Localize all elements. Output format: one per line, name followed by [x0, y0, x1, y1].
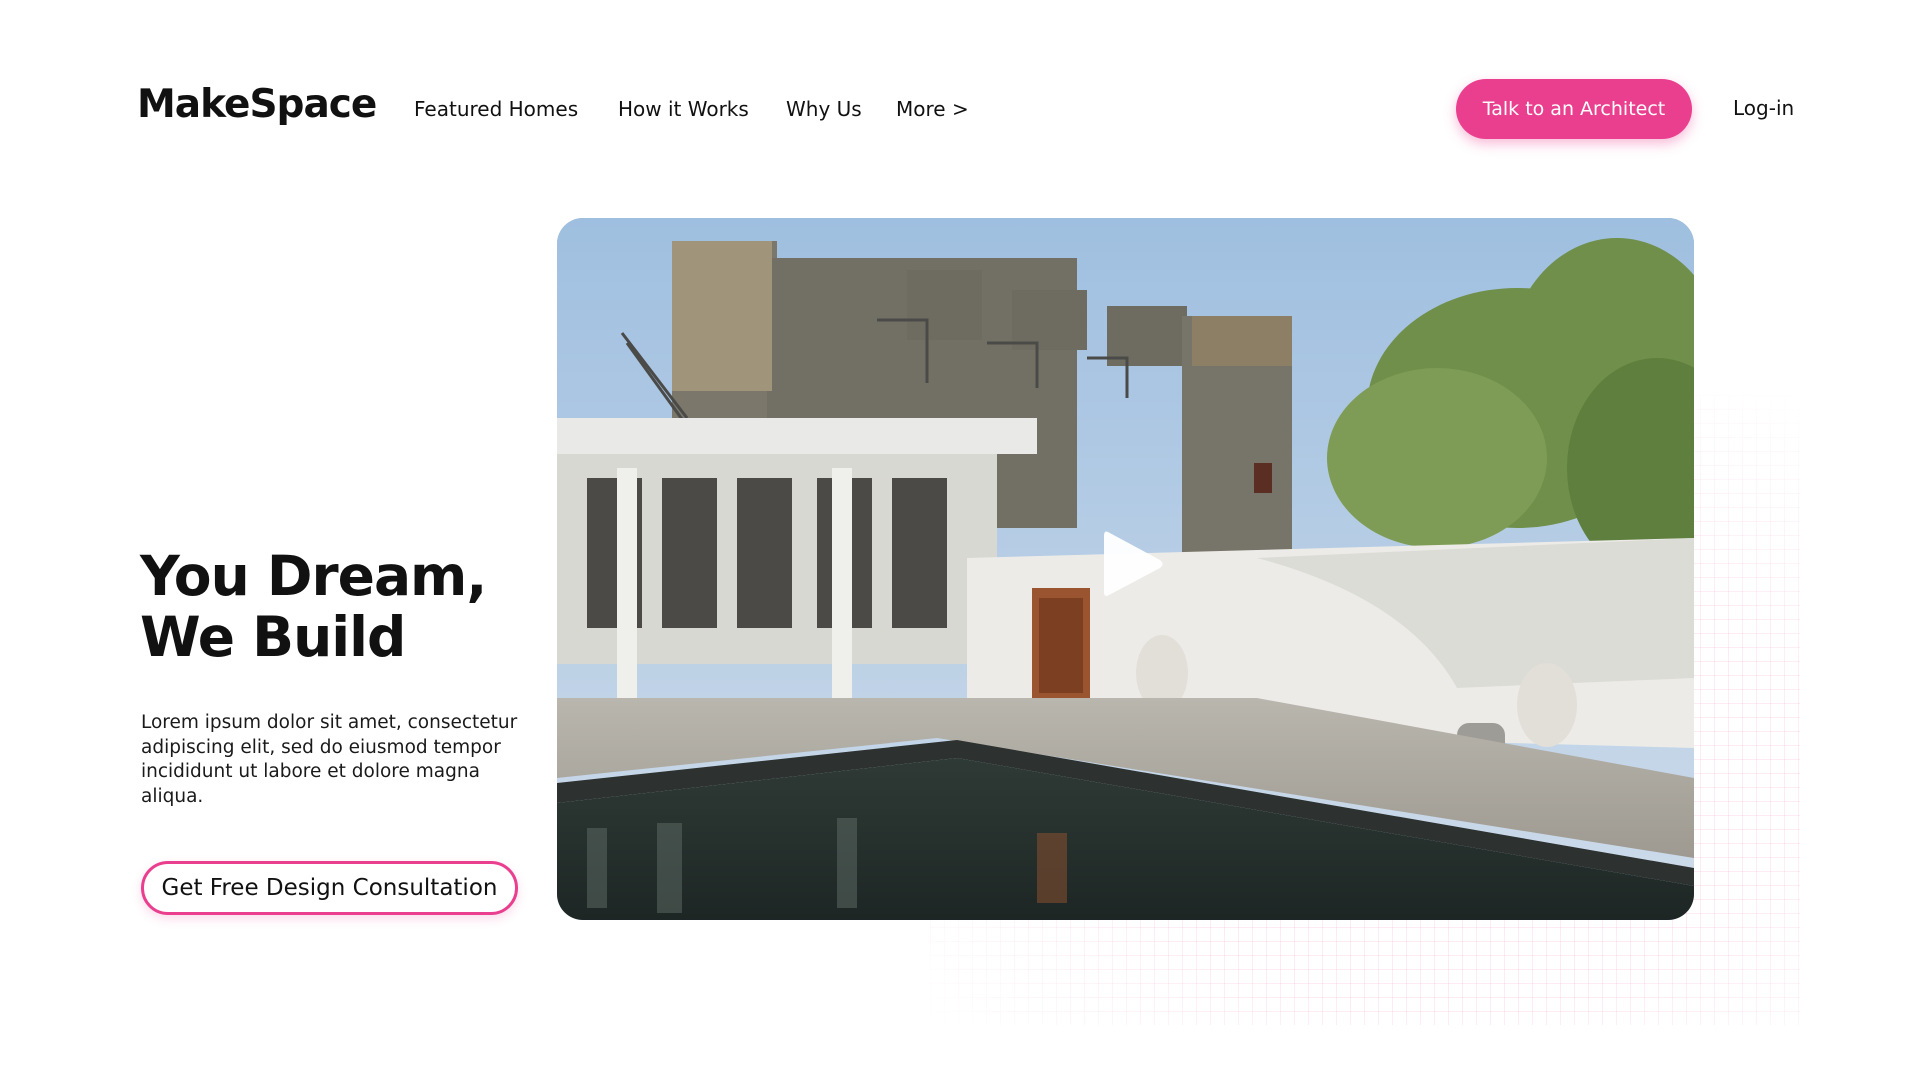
hero-video[interactable]	[557, 218, 1694, 920]
free-consultation-button[interactable]: Get Free Design Consultation	[141, 861, 518, 915]
hero-title-line-2: We Build	[140, 605, 406, 669]
brand-logo[interactable]: MakeSpace	[137, 82, 377, 127]
landing-page: MakeSpace Featured Homes How it Works Wh…	[0, 0, 1920, 1078]
nav-item-why-us[interactable]: Why Us	[786, 97, 862, 121]
hero-title: You Dream, We Build	[140, 544, 487, 669]
talk-to-architect-button[interactable]: Talk to an Architect	[1456, 79, 1692, 139]
play-icon[interactable]	[1094, 524, 1174, 604]
nav-item-more[interactable]: More >	[896, 97, 969, 121]
nav-item-featured-homes[interactable]: Featured Homes	[414, 97, 578, 121]
nav-item-how-it-works[interactable]: How it Works	[618, 97, 749, 121]
hero-description: Lorem ipsum dolor sit amet, consectetur …	[141, 712, 518, 807]
hero-title-line-1: You Dream,	[140, 544, 487, 608]
login-link[interactable]: Log-in	[1733, 96, 1794, 120]
